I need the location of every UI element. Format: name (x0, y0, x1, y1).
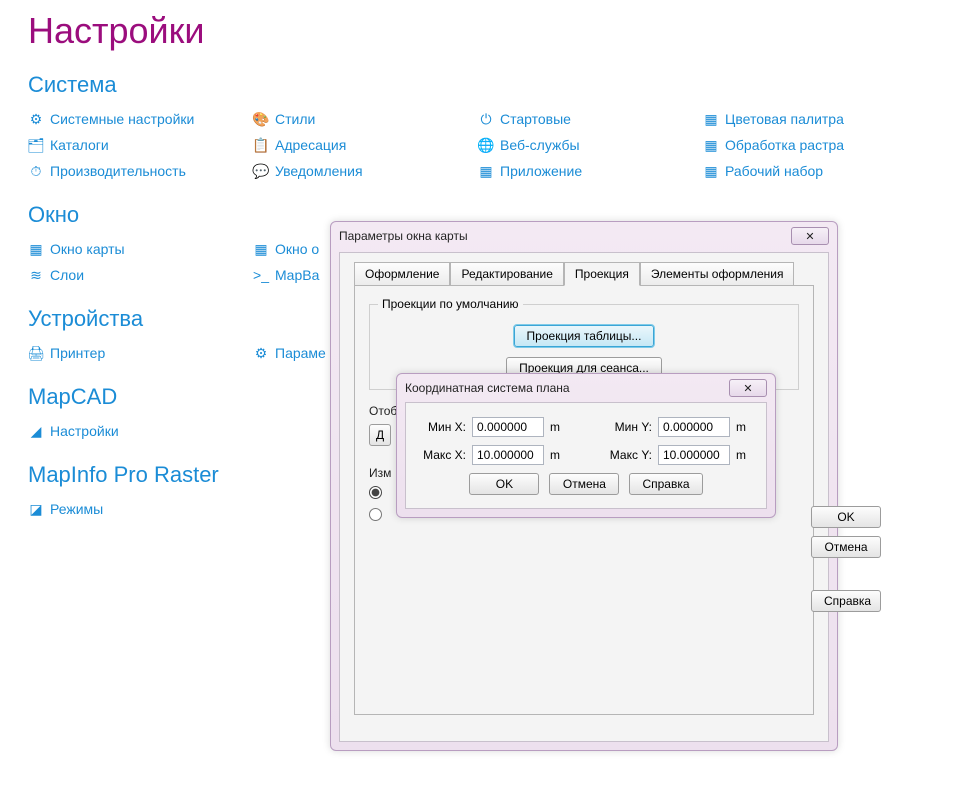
dialog-title: Координатная система плана (405, 381, 570, 395)
d-button[interactable]: Д (369, 424, 391, 446)
link-addressing[interactable]: 📋 Адресация (253, 132, 478, 158)
link-mapcad-settings[interactable]: ◢ Настройки (28, 418, 253, 444)
link-label: Настройки (50, 423, 119, 439)
miny-input[interactable] (658, 417, 730, 437)
link-styles[interactable]: 🎨 Стили (253, 106, 478, 132)
link-color-palette[interactable]: ▦ Цветовая палитра (703, 106, 928, 132)
globe-icon: 🌐 (478, 137, 494, 153)
radio-option-2[interactable] (369, 508, 382, 521)
link-webservices[interactable]: 🌐 Веб-службы (478, 132, 703, 158)
link-layers[interactable]: ≋ Слои (28, 262, 253, 288)
terminal-icon: >_ (253, 267, 269, 283)
gear-icon: ⚙ (253, 345, 269, 361)
close-button[interactable]: ✕ (729, 379, 767, 397)
link-system-settings[interactable]: ⚙ Системные настройки (28, 106, 253, 132)
triangle-icon: ◢ (28, 423, 44, 439)
section-title-system: Система (28, 72, 955, 98)
printer-icon: 🖨 (28, 345, 44, 361)
link-label: Принтер (50, 345, 105, 361)
minx-input[interactable] (472, 417, 544, 437)
maxy-input[interactable] (658, 445, 730, 465)
miny-label: Мин Y: (606, 420, 652, 434)
maxy-label: Макс Y: (606, 448, 652, 462)
unit-label: m (550, 420, 564, 434)
link-label: Цветовая палитра (725, 111, 844, 127)
table-projection-button[interactable]: Проекция таблицы... (514, 325, 655, 347)
dialog-tabs: Оформление Редактирование Проекция Элеме… (354, 261, 828, 285)
link-label: Каталоги (50, 137, 109, 153)
radio-option-1[interactable] (369, 486, 382, 499)
clock-icon: ⏱ (28, 163, 44, 179)
link-raster-modes[interactable]: ◪ Режимы (28, 496, 253, 522)
workset-icon: ▦ (703, 163, 719, 179)
link-printer[interactable]: 🖨 Принтер (28, 340, 253, 366)
inner-cancel-button[interactable]: Отмена (549, 473, 619, 495)
fieldset-legend: Проекции по умолчанию (378, 297, 523, 311)
link-application[interactable]: ▦ Приложение (478, 158, 703, 184)
outer-ok-button[interactable]: OK (811, 506, 881, 528)
square-icon: ◪ (28, 501, 44, 517)
link-label: Адресация (275, 137, 346, 153)
minx-label: Мин X: (420, 420, 466, 434)
coordinate-system-dialog: Координатная система плана ✕ Мин X: m Ми… (396, 373, 776, 518)
link-label: Слои (50, 267, 84, 283)
unit-label: m (736, 420, 750, 434)
link-catalogs[interactable]: 🗂 Каталоги (28, 132, 253, 158)
page-title: Настройки (28, 10, 955, 52)
folder-icon: 🗂 (28, 137, 44, 153)
outer-cancel-button[interactable]: Отмена (811, 536, 881, 558)
link-label: Приложение (500, 163, 582, 179)
link-label: Веб-службы (500, 137, 580, 153)
layers-icon: ≋ (28, 267, 44, 283)
close-icon: ✕ (743, 382, 752, 395)
link-label: MapBa (275, 267, 319, 283)
link-label: Системные настройки (50, 111, 194, 127)
unit-label: m (550, 448, 564, 462)
dialog-body: Мин X: m Мин Y: m Макс X: m Макс Y: m OK… (405, 402, 767, 509)
link-label: Уведомления (275, 163, 363, 179)
link-startup[interactable]: ⏻ Стартовые (478, 106, 703, 132)
power-icon: ⏻ (478, 111, 494, 127)
link-workset[interactable]: ▦ Рабочий набор (703, 158, 928, 184)
dialog-titlebar[interactable]: Координатная система плана ✕ (397, 374, 775, 402)
maxx-label: Макс X: (420, 448, 466, 462)
maxx-input[interactable] (472, 445, 544, 465)
link-label: Производительность (50, 163, 186, 179)
outer-help-button[interactable]: Справка (811, 590, 881, 612)
map-icon: ▦ (28, 241, 44, 257)
system-links: ⚙ Системные настройки 🗂 Каталоги ⏱ Производ… (28, 106, 955, 184)
close-icon: ✕ (805, 230, 814, 243)
grid-icon: ▦ (253, 241, 269, 257)
link-raster-processing[interactable]: ▦ Обработка растра (703, 132, 928, 158)
close-button[interactable]: ✕ (791, 227, 829, 245)
link-label: Окно о (275, 241, 319, 257)
link-label: Стартовые (500, 111, 571, 127)
palette-icon: ▦ (703, 111, 719, 127)
raster-icon: ▦ (703, 137, 719, 153)
chat-icon: 💬 (253, 163, 269, 179)
link-label: Режимы (50, 501, 103, 517)
tab-design-elements[interactable]: Элементы оформления (640, 262, 795, 286)
tab-design[interactable]: Оформление (354, 262, 450, 286)
unit-label: m (736, 448, 750, 462)
link-label: Стили (275, 111, 315, 127)
brush-icon: 🎨 (253, 111, 269, 127)
dialog-title: Параметры окна карты (339, 229, 468, 243)
link-performance[interactable]: ⏱ Производительность (28, 158, 253, 184)
link-label: Окно карты (50, 241, 125, 257)
link-notifications[interactable]: 💬 Уведомления (253, 158, 478, 184)
link-map-window[interactable]: ▦ Окно карты (28, 236, 253, 262)
clipboard-icon: 📋 (253, 137, 269, 153)
inner-help-button[interactable]: Справка (629, 473, 702, 495)
tab-projection[interactable]: Проекция (564, 262, 640, 286)
link-label: Рабочий набор (725, 163, 823, 179)
inner-ok-button[interactable]: OK (469, 473, 539, 495)
grid-icon: ▦ (478, 163, 494, 179)
tab-editing[interactable]: Редактирование (450, 262, 563, 286)
link-label: Параме (275, 345, 326, 361)
link-label: Обработка растра (725, 137, 844, 153)
gear-icon: ⚙ (28, 111, 44, 127)
dialog-titlebar[interactable]: Параметры окна карты ✕ (331, 222, 837, 250)
